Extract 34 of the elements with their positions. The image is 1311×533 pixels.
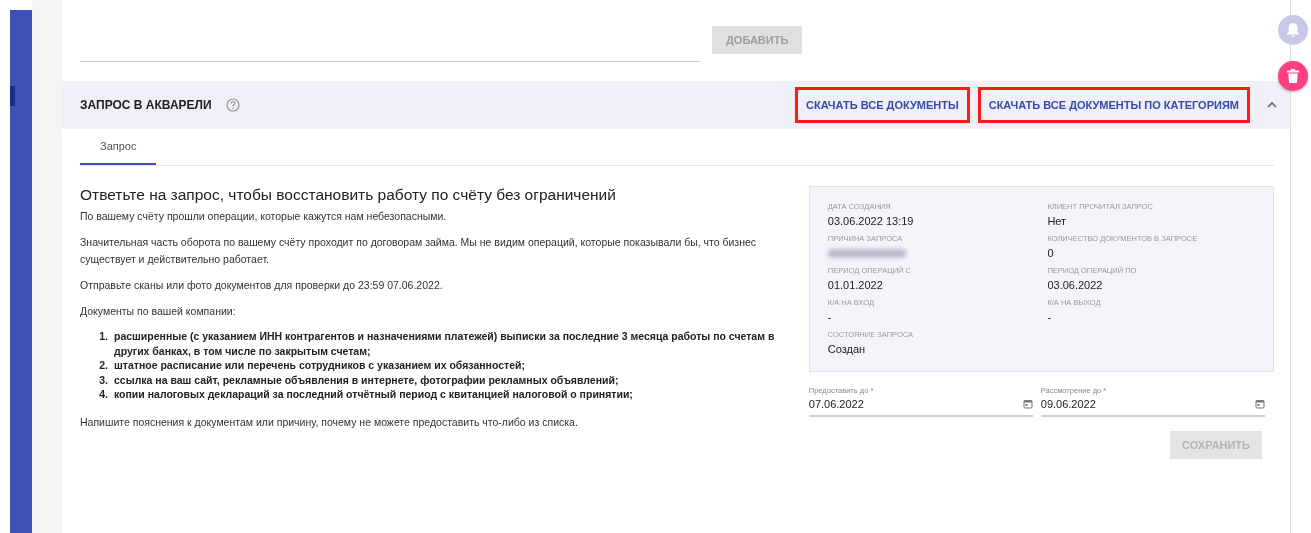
document-item: штатное расписание или перечень сотрудников с указанием их обязанностей;: [114, 358, 525, 373]
field-value: -: [1047, 310, 1053, 325]
download-link[interactable]: СКАЧАТЬ ВСЕ ДОКУМЕНТЫ: [795, 87, 970, 123]
help-icon[interactable]: [225, 98, 240, 112]
list-number: 1.: [98, 329, 108, 344]
field-value: -: [827, 310, 833, 325]
document-item: ссылка на ваш сайт, рекламные объявления в интернете, фотографии рекламных объявлений;: [114, 372, 619, 387]
download-link[interactable]: СКАЧАТЬ ВСЕ ДОКУМЕНТЫ ПО КАТЕГОРИЯМ: [977, 87, 1250, 123]
field-value: 0: [1047, 246, 1055, 261]
sidebar-marker: [10, 86, 15, 106]
field-value: 03.06.2022: [1047, 278, 1104, 293]
calendar-icon[interactable]: [1254, 399, 1265, 409]
paragraph: Документы по вашей компании:: [80, 304, 237, 319]
delete-button[interactable]: [1278, 61, 1308, 91]
trash-icon: [1287, 69, 1299, 83]
section-title: ЗАПРОС В АКВАРЕЛИ: [80, 98, 212, 112]
list-number: 4.: [98, 387, 108, 402]
paragraph: Напишите пояснения к документам или причину, почему не можете предоставить что-либо из списка.: [80, 414, 579, 430]
document-item: копии налоговых деклараций за последний отчётный период с квитанцией налоговой о принятии;: [114, 387, 633, 402]
field-value: Создан: [827, 342, 867, 357]
paragraph: Значительная часть оборота по вашему счёту проходит по договорам займа. Мы не видим операций, которые показывали бы, что бизнес существует и действительно работает.: [80, 235, 758, 267]
list-number: 3.: [98, 372, 108, 387]
bell-icon: [1286, 22, 1300, 38]
field-value: Нет: [1047, 214, 1068, 229]
field-value: 03.06.2022 13:19: [827, 214, 915, 229]
request-heading: Ответьте на запрос, чтобы восстановить работу по счёту без ограничений: [80, 186, 617, 204]
paragraph: По вашему счёту прошли операции, которые кажутся нам небезопасными.: [80, 209, 448, 224]
chevron-icon[interactable]: [1266, 101, 1278, 109]
paragraph: Отправьте сканы или фото документов для проверки до 23:59 07.06.2022.: [80, 278, 444, 293]
field-value: 01.01.2022: [827, 278, 884, 293]
calendar-icon[interactable]: [1022, 399, 1033, 409]
tab[interactable]: Запрос: [80, 129, 157, 165]
document-item: расширенные (с указанием ИНН контрагентов и назначениями платежей) выписки за последние 3 месяца работы по счетам в других банках, в том числе по закрытым счетам;: [114, 329, 776, 358]
list-number: 2.: [98, 358, 108, 373]
